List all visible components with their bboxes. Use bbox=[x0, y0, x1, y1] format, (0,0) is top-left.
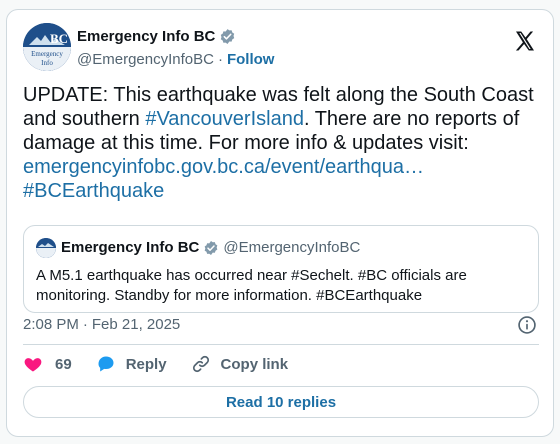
quoted-tweet[interactable]: Emergency Info BC @EmergencyInfoBC A M5.… bbox=[23, 225, 539, 313]
read-replies-button[interactable]: Read 10 replies bbox=[23, 386, 539, 418]
hashtag-bcearthquake-link[interactable]: #BCEarthquake bbox=[23, 180, 164, 202]
tweet-timestamp[interactable]: 2:08 PM · Feb 21, 2025 bbox=[23, 316, 180, 333]
quoted-header: Emergency Info BC @EmergencyInfoBC bbox=[61, 239, 360, 256]
avatar-info-text: Info bbox=[41, 59, 53, 67]
quoted-display-name: Emergency Info BC bbox=[61, 239, 200, 256]
reply-label: Reply bbox=[125, 355, 167, 373]
author-name-row: Emergency Info BC bbox=[77, 28, 236, 45]
tweet-actions: 69 Reply Copy link bbox=[23, 354, 312, 374]
quoted-avatar-logo-icon bbox=[36, 238, 56, 258]
heart-icon bbox=[24, 358, 42, 372]
verified-badge-icon bbox=[219, 28, 236, 45]
like-count: 69 bbox=[55, 355, 72, 373]
reply-bubble-icon bbox=[98, 356, 114, 372]
copy-link-label: Copy link bbox=[220, 355, 289, 373]
hashtag-vancouver-island-link[interactable]: #VancouverIsland bbox=[145, 108, 304, 130]
tweet-text: UPDATE: This earthquake was felt along t… bbox=[23, 83, 543, 203]
event-url-link[interactable]: emergencyinfobc.gov.bc.ca/event/earthqua… bbox=[23, 156, 424, 178]
tweet-card: BC Emergency Info Emergency Info BC @Eme… bbox=[6, 9, 554, 437]
avatar-emergency-text: Emergency bbox=[31, 50, 63, 58]
follow-button[interactable]: Follow bbox=[227, 51, 275, 68]
divider bbox=[23, 344, 539, 345]
quoted-handle: @EmergencyInfoBC bbox=[223, 239, 361, 256]
reply-button[interactable]: Reply bbox=[96, 354, 167, 374]
avatar[interactable]: BC Emergency Info bbox=[23, 23, 71, 71]
like-button[interactable]: 69 bbox=[23, 354, 72, 374]
x-logo-icon[interactable] bbox=[513, 29, 537, 58]
author-display-name[interactable]: Emergency Info BC bbox=[77, 28, 215, 45]
timestamp-separator: · bbox=[82, 316, 88, 333]
avatar-bc-text: BC bbox=[50, 31, 68, 46]
separator-dot: · bbox=[217, 51, 223, 68]
emergency-info-bc-logo-icon: BC Emergency Info bbox=[23, 23, 71, 71]
author-handle-row: @EmergencyInfoBC · Follow bbox=[77, 51, 274, 68]
tweet-time: 2:08 PM bbox=[23, 316, 79, 333]
author-handle[interactable]: @EmergencyInfoBC bbox=[77, 51, 214, 68]
link-icon bbox=[192, 355, 209, 373]
quoted-avatar bbox=[36, 238, 56, 258]
tweet-date: Feb 21, 2025 bbox=[91, 316, 181, 333]
copy-link-button[interactable]: Copy link bbox=[191, 354, 289, 374]
info-icon[interactable] bbox=[517, 315, 537, 340]
quoted-verified-badge-icon bbox=[203, 240, 219, 256]
quoted-text: A M5.1 earthquake has occurred near #Sec… bbox=[36, 267, 467, 304]
